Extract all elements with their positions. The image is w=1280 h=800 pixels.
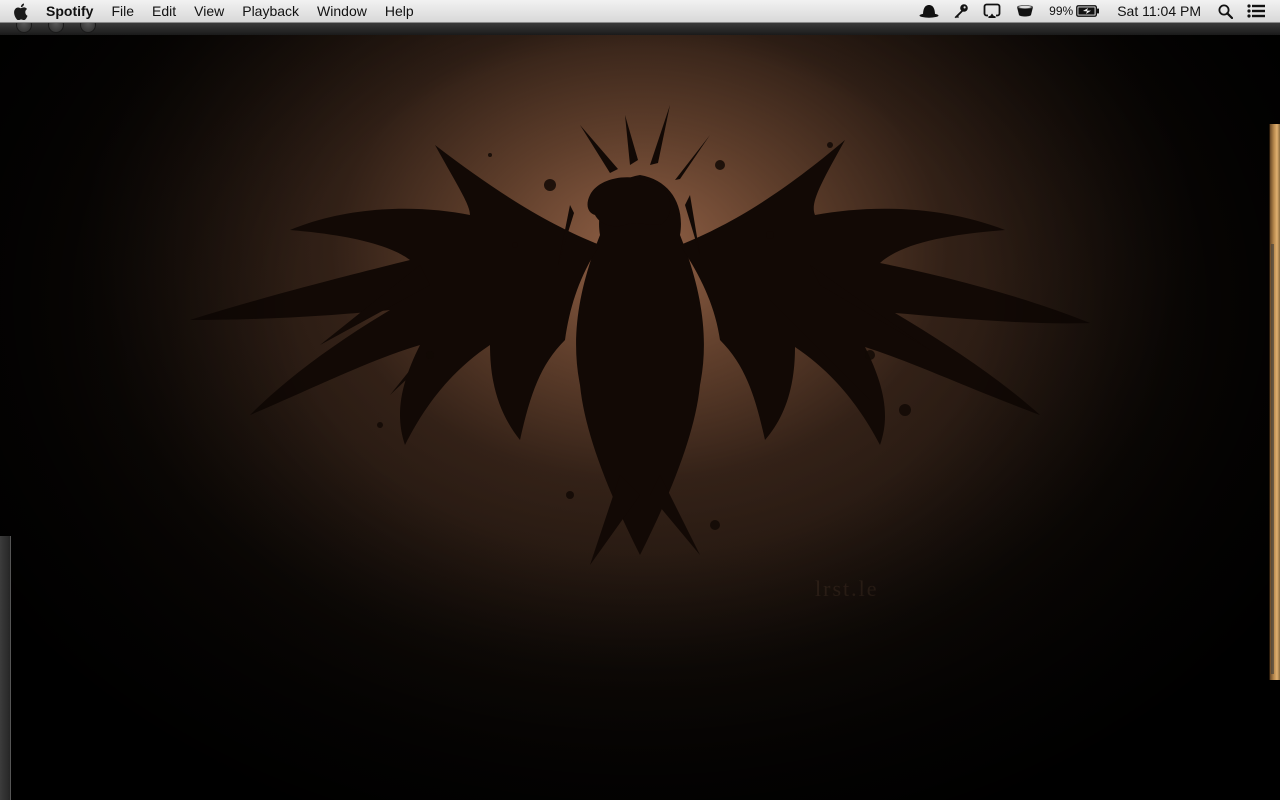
apple-logo-icon[interactable] xyxy=(0,0,40,22)
offscreen-window-right[interactable] xyxy=(1269,124,1280,680)
menu-edit[interactable]: Edit xyxy=(143,0,185,22)
background-window-titlebar[interactable] xyxy=(0,17,1280,35)
app-menu-spotify[interactable]: Spotify xyxy=(40,0,102,22)
menu-bar: Spotify File Edit View Playback Window H… xyxy=(0,0,1280,23)
menubar-clock[interactable]: Sat 11:04 PM xyxy=(1107,0,1211,22)
menu-file[interactable]: File xyxy=(102,0,143,22)
offscreen-window-left[interactable] xyxy=(0,536,11,800)
spotlight-search-icon[interactable] xyxy=(1211,0,1240,22)
menu-help[interactable]: Help xyxy=(376,0,423,22)
bowler-hat-icon[interactable] xyxy=(912,0,946,22)
menu-view[interactable]: View xyxy=(185,0,233,22)
wallpaper-watermark: lrst.le xyxy=(815,576,879,601)
cup-icon[interactable] xyxy=(1008,0,1042,22)
eagle-silhouette xyxy=(190,105,1090,565)
menu-playback[interactable]: Playback xyxy=(233,0,308,22)
window-scrollbar[interactable] xyxy=(1271,244,1274,674)
notification-center-icon[interactable] xyxy=(1240,0,1272,22)
battery-icon[interactable] xyxy=(1076,0,1107,22)
desktop-wallpaper: lrst.le xyxy=(0,0,1280,800)
key-icon[interactable] xyxy=(946,0,976,22)
menu-window[interactable]: Window xyxy=(308,0,376,22)
airplay-icon[interactable] xyxy=(976,0,1008,22)
battery-percent[interactable]: 99% xyxy=(1042,0,1076,22)
